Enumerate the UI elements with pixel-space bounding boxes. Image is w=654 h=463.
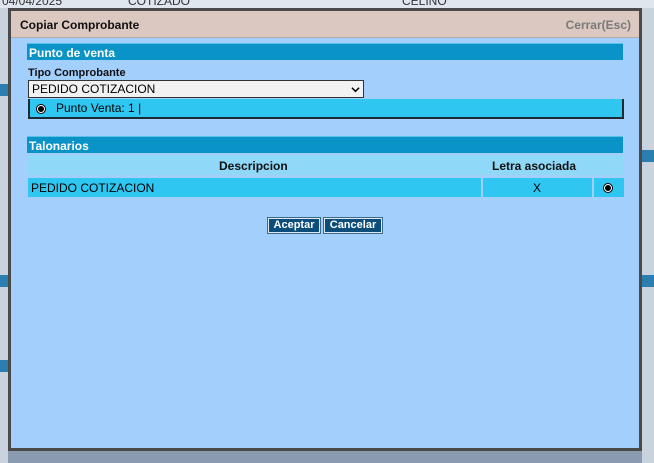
dialog-title: Copiar Comprobante <box>20 18 140 32</box>
talonario-radio[interactable] <box>603 183 613 193</box>
column-header-letra: Letra asociada <box>492 159 577 173</box>
chevron-down-icon <box>351 87 360 93</box>
table-row[interactable]: PEDIDO COTIZACION X <box>28 178 624 197</box>
punto-venta-option-label: Punto Venta: 1 | <box>56 101 142 115</box>
copiar-comprobante-dialog: Copiar Comprobante Cerrar(Esc) Punto de … <box>8 8 642 451</box>
cancelar-button[interactable]: Cancelar <box>323 217 383 234</box>
cell-divider <box>481 178 483 197</box>
punto-venta-header: Punto de venta <box>27 43 623 60</box>
background-band-right <box>642 150 654 162</box>
background-right-edge <box>642 8 654 463</box>
aceptar-button[interactable]: Aceptar <box>267 217 321 234</box>
row-descripcion: PEDIDO COTIZACION <box>31 181 155 195</box>
background-header-strip: 04/04/2025 COTIZADO CELINO <box>0 0 654 8</box>
tipo-comprobante-select[interactable]: PEDIDO COTIZACION <box>28 80 364 98</box>
tipo-comprobante-label: Tipo Comprobante <box>28 67 126 79</box>
tipo-comprobante-value: PEDIDO COTIZACION <box>32 82 156 96</box>
close-button[interactable]: Cerrar(Esc) <box>566 18 631 32</box>
background-left-edge <box>0 8 8 463</box>
background-band-left-2 <box>0 275 8 287</box>
talonarios-header: Talonarios <box>27 136 623 153</box>
background-band-left <box>0 84 8 96</box>
row-letra: X <box>533 181 542 195</box>
punto-venta-option-row[interactable]: Punto Venta: 1 | <box>28 99 624 119</box>
background-band-left-3 <box>0 360 8 372</box>
background-client: CELINO <box>402 0 447 8</box>
background-band-right-2 <box>642 275 654 287</box>
background-date: 04/04/2025 <box>2 0 63 8</box>
cell-divider <box>592 178 594 197</box>
punto-venta-radio[interactable] <box>36 104 46 114</box>
dialog-header: Copiar Comprobante Cerrar(Esc) <box>11 11 639 38</box>
talonarios-table-header: Descripcion Letra asociada <box>28 155 624 175</box>
column-header-descripcion: Descripcion <box>219 159 288 173</box>
background-status: COTIZADO <box>128 0 190 8</box>
